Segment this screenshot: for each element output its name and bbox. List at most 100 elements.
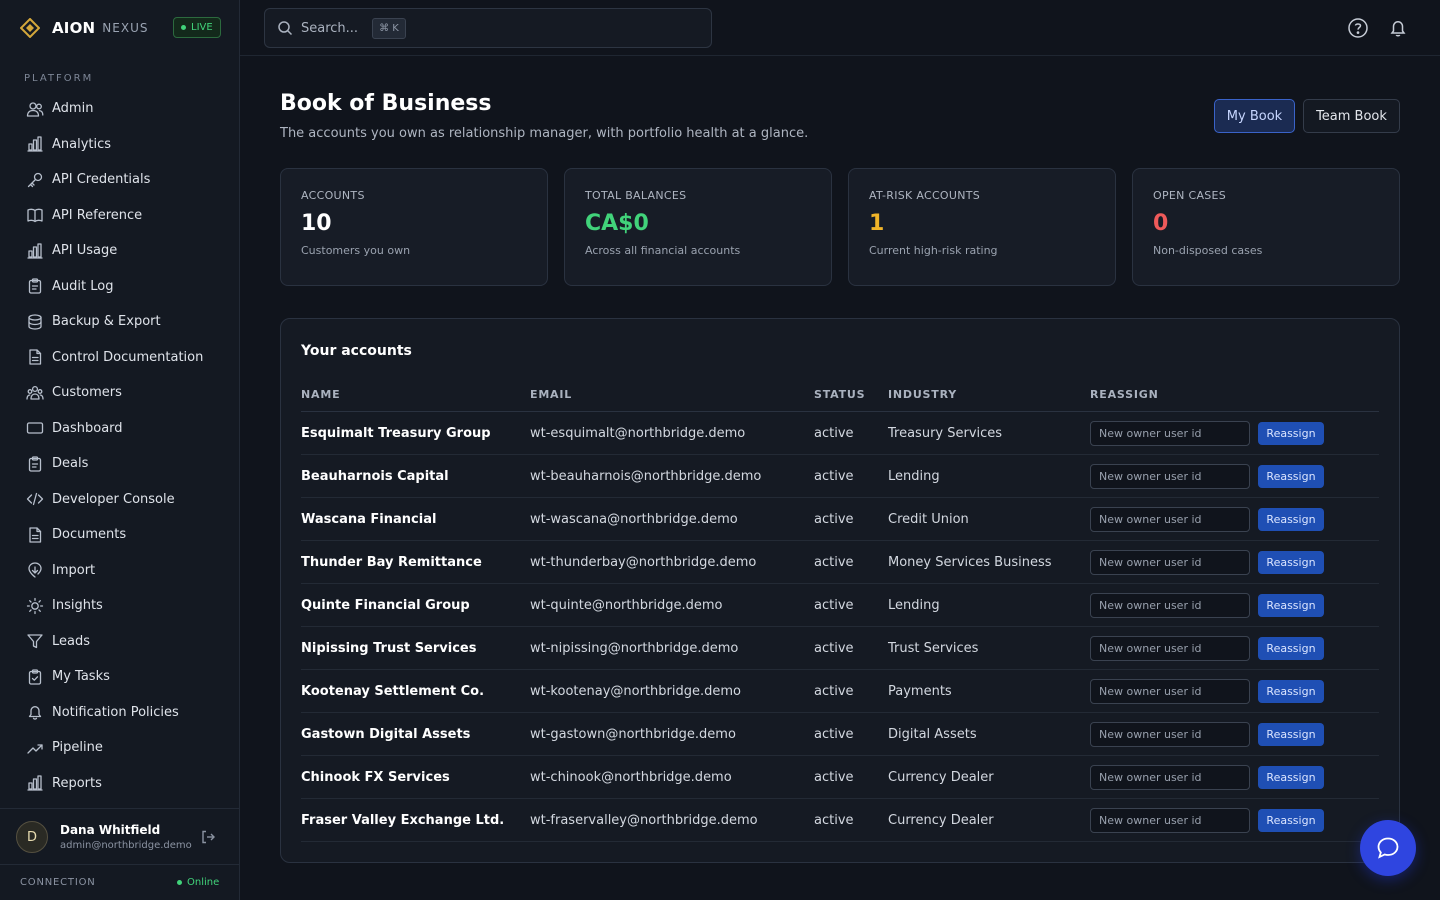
file-icon bbox=[29, 349, 42, 365]
nav-section-label: PLATFORM bbox=[24, 73, 94, 84]
new-owner-input[interactable] bbox=[1090, 507, 1250, 532]
account-name[interactable]: Chinook FX Services bbox=[301, 756, 450, 798]
reassign-button[interactable]: Reassign bbox=[1258, 594, 1324, 617]
account-name[interactable]: Wascana Financial bbox=[301, 498, 436, 540]
help-icon[interactable] bbox=[1347, 17, 1369, 39]
stat-label: OPEN CASES bbox=[1153, 189, 1227, 202]
connection-label: CONNECTION bbox=[20, 877, 96, 888]
account-status: active bbox=[814, 812, 854, 828]
sidebar-item-developer-console[interactable]: Developer Console bbox=[0, 482, 239, 518]
reassign-button[interactable]: Reassign bbox=[1258, 723, 1324, 746]
account-email: wt-quinte@northbridge.demo bbox=[530, 597, 723, 613]
column-header-reassign: REASSIGN bbox=[1090, 388, 1159, 401]
sidebar-item-label: Documents bbox=[52, 527, 127, 543]
account-status: active bbox=[814, 468, 854, 484]
new-owner-input[interactable] bbox=[1090, 808, 1250, 833]
sidebar-item-admin[interactable]: Admin bbox=[0, 91, 239, 127]
account-name[interactable]: Fraser Valley Exchange Ltd. bbox=[301, 799, 504, 841]
sidebar-item-audit-log[interactable]: Audit Log bbox=[0, 269, 239, 305]
sidebar-item-notification-policies[interactable]: Notification Policies bbox=[0, 695, 239, 731]
new-owner-input[interactable] bbox=[1090, 679, 1250, 704]
monitor-icon bbox=[26, 422, 44, 434]
stat-value: CA$0 bbox=[585, 211, 649, 236]
reassign-button[interactable]: Reassign bbox=[1258, 766, 1324, 789]
account-name[interactable]: Nipissing Trust Services bbox=[301, 627, 476, 669]
account-name[interactable]: Beauharnois Capital bbox=[301, 455, 449, 497]
reassign-button[interactable]: Reassign bbox=[1258, 809, 1324, 832]
new-owner-input[interactable] bbox=[1090, 593, 1250, 618]
chat-button[interactable] bbox=[1360, 820, 1416, 876]
stat-label: TOTAL BALANCES bbox=[585, 189, 687, 202]
team-book-toggle[interactable]: Team Book bbox=[1303, 99, 1400, 133]
sidebar-item-deals[interactable]: Deals bbox=[0, 446, 239, 482]
sidebar-item-pipeline[interactable]: Pipeline bbox=[0, 730, 239, 766]
account-industry: Currency Dealer bbox=[888, 769, 994, 785]
reassign-button[interactable]: Reassign bbox=[1258, 551, 1324, 574]
sidebar-item-analytics[interactable]: Analytics bbox=[0, 127, 239, 163]
notifications-bell-icon[interactable] bbox=[1387, 17, 1409, 39]
stat-value: 1 bbox=[869, 211, 885, 236]
funnel-icon bbox=[27, 634, 43, 649]
brand[interactable]: AION NEXUS bbox=[20, 16, 148, 40]
reassign-button[interactable]: Reassign bbox=[1258, 680, 1324, 703]
account-email: wt-beauharnois@northbridge.demo bbox=[530, 468, 762, 484]
sidebar-item-backup-export[interactable]: Backup & Export bbox=[0, 304, 239, 340]
book-icon bbox=[27, 208, 43, 223]
new-owner-input[interactable] bbox=[1090, 722, 1250, 747]
account-name[interactable]: Quinte Financial Group bbox=[301, 584, 470, 626]
live-badge-label: LIVE bbox=[191, 22, 213, 33]
sidebar-item-label: Control Documentation bbox=[52, 349, 204, 365]
sidebar-item-api-usage[interactable]: API Usage bbox=[0, 233, 239, 269]
new-owner-input[interactable] bbox=[1090, 464, 1250, 489]
reassign-button[interactable]: Reassign bbox=[1258, 465, 1324, 488]
stat-label: AT-RISK ACCOUNTS bbox=[869, 189, 981, 202]
avatar[interactable]: D bbox=[16, 821, 48, 853]
account-industry: Credit Union bbox=[888, 511, 969, 527]
search-input[interactable]: Search... ⌘ K bbox=[264, 8, 712, 48]
account-name[interactable]: Kootenay Settlement Co. bbox=[301, 670, 484, 712]
account-name[interactable]: Thunder Bay Remittance bbox=[301, 541, 482, 583]
new-owner-input[interactable] bbox=[1090, 550, 1250, 575]
sidebar-item-label: Pipeline bbox=[52, 740, 103, 756]
sidebar-nav: Admin Analytics API Credentials API Referen… bbox=[0, 91, 239, 801]
users-icon bbox=[26, 102, 44, 117]
stat-card-at-risk-accounts: AT-RISK ACCOUNTS 1 Current high-risk rat… bbox=[848, 168, 1116, 286]
page-title: Book of Business bbox=[280, 91, 492, 116]
sidebar-item-dashboard[interactable]: Dashboard bbox=[0, 411, 239, 447]
sidebar-item-label: API Reference bbox=[52, 207, 143, 223]
stat-label: ACCOUNTS bbox=[301, 189, 365, 202]
sidebar-item-leads[interactable]: Leads bbox=[0, 624, 239, 660]
new-owner-input[interactable] bbox=[1090, 636, 1250, 661]
account-industry: Payments bbox=[888, 683, 952, 699]
logout-icon[interactable] bbox=[200, 829, 216, 845]
new-owner-input[interactable] bbox=[1090, 765, 1250, 790]
table-row: Nipissing Trust Services wt-nipissing@nor… bbox=[301, 627, 1379, 670]
page-subtitle: The accounts you own as relationship man… bbox=[280, 126, 809, 141]
account-name[interactable]: Esquimalt Treasury Group bbox=[301, 412, 491, 454]
new-owner-input[interactable] bbox=[1090, 421, 1250, 446]
account-industry: Money Services Business bbox=[888, 554, 1052, 570]
account-industry: Lending bbox=[888, 468, 940, 484]
sidebar-item-my-tasks[interactable]: My Tasks bbox=[0, 659, 239, 695]
sidebar-item-insights[interactable]: Insights bbox=[0, 588, 239, 624]
reassign-button[interactable]: Reassign bbox=[1258, 508, 1324, 531]
sidebar-item-import[interactable]: Import bbox=[0, 553, 239, 589]
table-row: Kootenay Settlement Co. wt-kootenay@north… bbox=[301, 670, 1379, 713]
sidebar: AION NEXUS LIVE PLATFORM Admin Analytics A… bbox=[0, 0, 240, 900]
sidebar-item-control-documentation[interactable]: Control Documentation bbox=[0, 340, 239, 376]
sidebar-item-customers[interactable]: Customers bbox=[0, 375, 239, 411]
code-icon bbox=[26, 493, 44, 506]
sidebar-item-reports[interactable]: Reports bbox=[0, 766, 239, 802]
sidebar-item-label: API Credentials bbox=[52, 172, 151, 188]
reassign-button[interactable]: Reassign bbox=[1258, 422, 1324, 445]
search-icon bbox=[278, 21, 293, 36]
sidebar-item-documents[interactable]: Documents bbox=[0, 517, 239, 553]
sidebar-item-api-credentials[interactable]: API Credentials bbox=[0, 162, 239, 198]
account-email: wt-esquimalt@northbridge.demo bbox=[530, 425, 746, 441]
my-book-toggle[interactable]: My Book bbox=[1214, 99, 1295, 133]
sidebar-item-api-reference[interactable]: API Reference bbox=[0, 198, 239, 234]
sidebar-item-label: Import bbox=[52, 562, 96, 578]
column-header-status: STATUS bbox=[814, 388, 866, 401]
reassign-button[interactable]: Reassign bbox=[1258, 637, 1324, 660]
account-name[interactable]: Gastown Digital Assets bbox=[301, 713, 470, 755]
